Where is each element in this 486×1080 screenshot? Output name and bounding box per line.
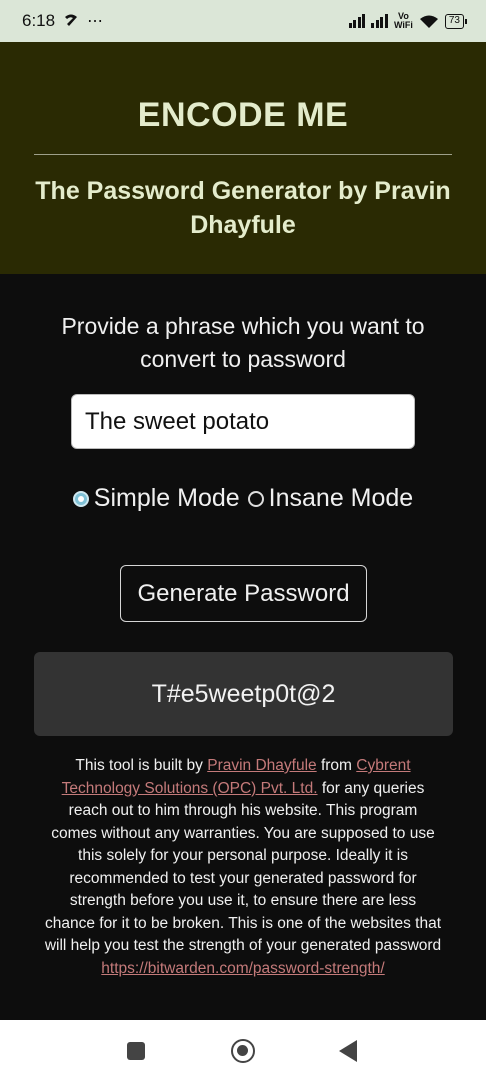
recents-icon[interactable] — [127, 1042, 145, 1060]
insane-mode-label: Insane Mode — [268, 484, 414, 512]
simple-mode-radio[interactable] — [72, 490, 89, 507]
simple-mode-option[interactable]: Simple Mode — [72, 484, 240, 513]
wifi-icon — [419, 15, 438, 28]
back-icon[interactable] — [339, 1040, 357, 1062]
app-title: ENCODE ME — [137, 96, 349, 134]
battery-icon: 73 — [444, 13, 468, 29]
simple-mode-label: Simple Mode — [93, 484, 240, 512]
app-notification-icon — [65, 14, 78, 26]
insane-mode-option[interactable]: Insane Mode — [247, 484, 414, 513]
home-icon[interactable] — [231, 1039, 255, 1063]
footer-text-part2: from — [316, 757, 357, 774]
phrase-prompt: Provide a phrase which you want to conve… — [61, 313, 425, 372]
footer-text-part3: for any queries reach out to him through… — [44, 779, 442, 955]
app-subtitle: The Password Generator by Pravin Dhayful… — [35, 177, 451, 239]
mode-selector: Simple Mode Insane Mode — [0, 484, 486, 513]
author-link[interactable]: Pravin Dhayfule — [207, 757, 316, 774]
signal-icon — [348, 14, 366, 28]
status-time: 6:18 — [22, 11, 56, 30]
password-strength-link[interactable]: https://bitwarden.com/password-strength/ — [101, 960, 384, 977]
system-nav-bar — [0, 1020, 486, 1080]
generated-password-text: T#e5weetp0t@2 — [151, 679, 336, 708]
generated-password-output[interactable]: T#e5weetp0t@2 — [34, 652, 453, 736]
signal-icon-2 — [371, 14, 388, 28]
header-divider — [34, 154, 452, 155]
phrase-input[interactable] — [71, 394, 415, 449]
app-header: ENCODE ME The Password Generator by Prav… — [0, 42, 486, 274]
status-bar: 6:18 ⋯ Vo WiFi 73 — [0, 0, 486, 42]
more-notifications-icon: ⋯ — [87, 13, 105, 30]
vowifi-icon: Vo WiFi — [393, 11, 413, 30]
footer-disclaimer: This tool is built by Pravin Dhayfule fr… — [44, 755, 442, 980]
footer-text-part1: This tool is built by — [75, 757, 208, 774]
insane-mode-radio[interactable] — [247, 490, 264, 507]
generate-password-button[interactable]: Generate Password — [120, 565, 367, 622]
